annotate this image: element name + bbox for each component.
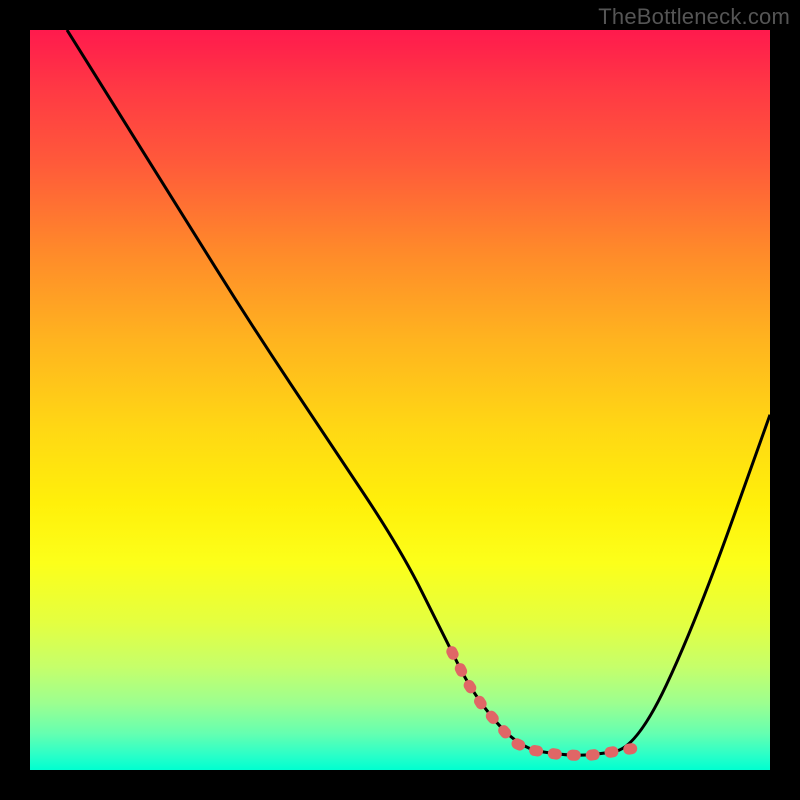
- watermark-text: TheBottleneck.com: [598, 4, 790, 30]
- highlight-path: [452, 652, 637, 756]
- bottleneck-chart: [30, 30, 770, 770]
- curve-path: [67, 30, 770, 755]
